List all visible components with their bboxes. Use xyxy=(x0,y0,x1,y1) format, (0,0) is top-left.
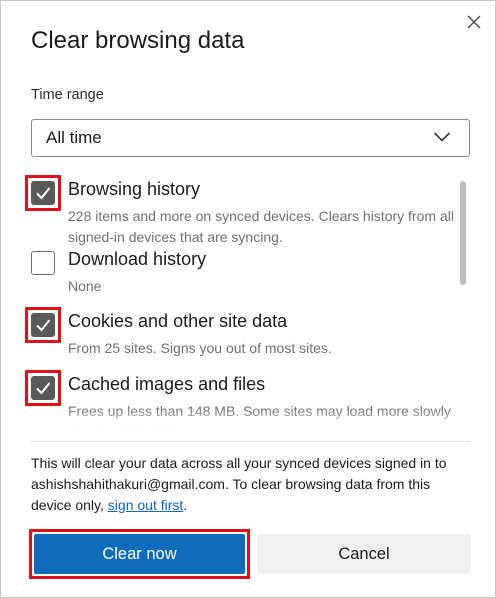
option-title[interactable]: Cached images and files xyxy=(68,374,265,395)
close-icon xyxy=(467,15,481,29)
option-description: From 25 sites. Signs you out of most sit… xyxy=(68,340,332,356)
clear-browsing-data-dialog: Clear browsing data Time range All time … xyxy=(0,0,496,598)
option-description: None xyxy=(68,278,102,294)
cached-images-checkbox[interactable] xyxy=(31,376,55,400)
cancel-button[interactable]: Cancel xyxy=(257,534,471,574)
info-text: This will clear your data across all you… xyxy=(31,455,447,513)
time-range-value: All time xyxy=(46,128,102,147)
checkmark-icon xyxy=(36,382,51,395)
sync-info-text: This will clear your data across all you… xyxy=(31,453,471,516)
checkmark-icon xyxy=(36,187,51,200)
divider xyxy=(31,441,471,442)
dialog-title: Clear browsing data xyxy=(31,27,245,54)
info-end: . xyxy=(183,497,188,513)
chevron-down-icon xyxy=(433,132,451,142)
cookies-checkbox[interactable] xyxy=(31,313,55,337)
download-history-checkbox[interactable] xyxy=(31,251,55,275)
sign-out-first-link[interactable]: sign out first xyxy=(108,497,183,513)
checkmark-icon xyxy=(36,319,51,332)
clear-now-button[interactable]: Clear now xyxy=(34,534,245,574)
option-description: Frees up less than 148 MB. Some sites ma… xyxy=(68,403,451,431)
option-title[interactable]: Download history xyxy=(68,249,206,270)
scrollbar-thumb[interactable] xyxy=(460,181,466,285)
option-description: 228 items and more on synced devices. Cl… xyxy=(68,208,454,245)
browsing-history-checkbox[interactable] xyxy=(31,181,55,205)
options-list: Browsing history 228 items and more on s… xyxy=(1,169,471,431)
option-title[interactable]: Browsing history xyxy=(68,179,200,200)
option-title[interactable]: Cookies and other site data xyxy=(68,311,287,332)
close-button[interactable] xyxy=(463,11,485,33)
time-range-select[interactable]: All time xyxy=(31,119,470,157)
time-range-label: Time range xyxy=(31,87,104,103)
